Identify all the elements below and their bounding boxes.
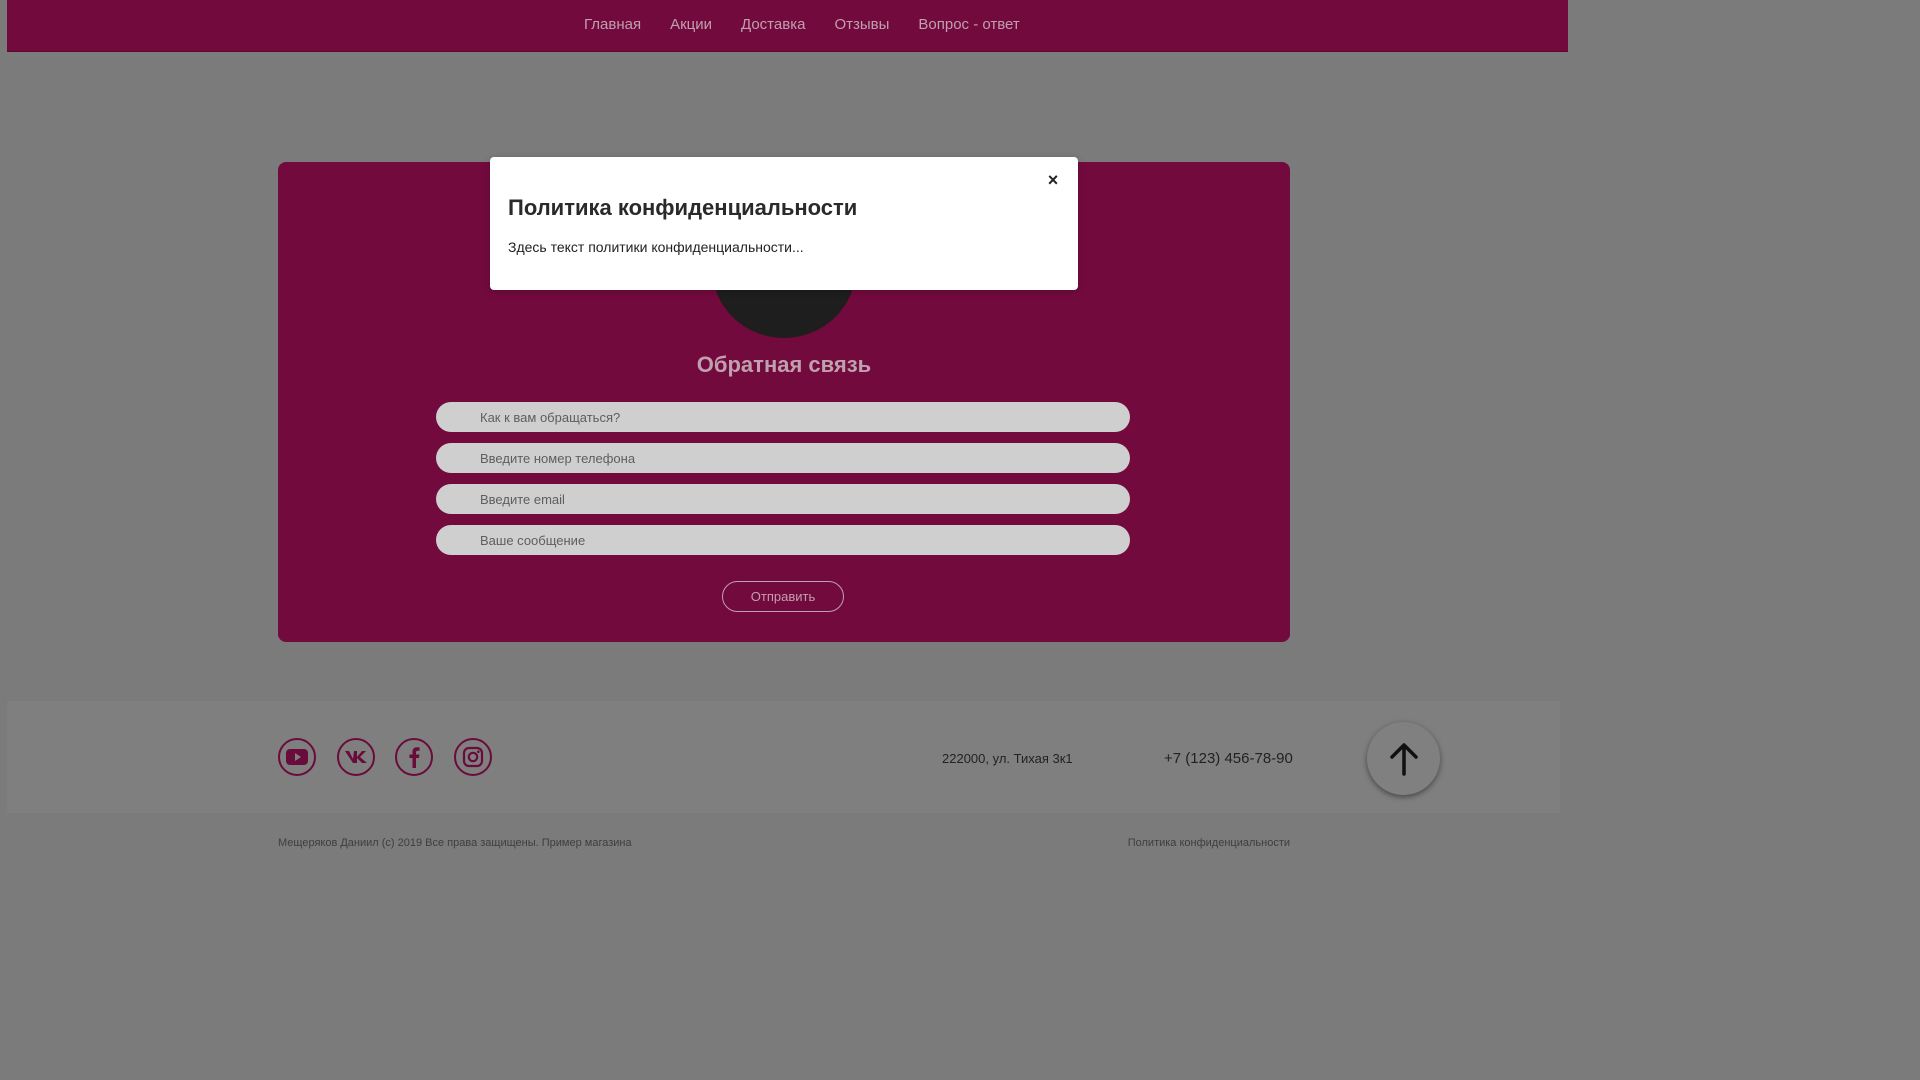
feedback-title: Обратная связь xyxy=(696,352,872,377)
message-input[interactable] xyxy=(436,525,1130,555)
footer-address: 222000, ул. Тихая 3к1 xyxy=(942,751,1073,766)
footer-phone[interactable]: +7 (123) 456-78-90 xyxy=(1164,750,1293,767)
scroll-to-top-button[interactable] xyxy=(1367,722,1440,795)
nav-item-home[interactable]: Главная xyxy=(584,16,641,34)
nav-menu: Главная Акции Доставка Отзывы Вопрос - о… xyxy=(584,16,1020,34)
vk-icon xyxy=(345,751,367,763)
nav-item-reviews[interactable]: Отзывы xyxy=(834,16,889,34)
name-input[interactable] xyxy=(436,402,1130,432)
vk-link[interactable] xyxy=(337,738,375,776)
arrow-up-icon xyxy=(1389,742,1418,776)
page: Главная Акции Доставка Отзывы Вопрос - о… xyxy=(0,0,1568,882)
close-icon[interactable]: × xyxy=(1044,171,1062,189)
top-navigation: Главная Акции Доставка Отзывы Вопрос - о… xyxy=(7,0,1568,52)
nav-item-delivery[interactable]: Доставка xyxy=(741,16,805,34)
youtube-icon xyxy=(286,749,308,765)
youtube-link[interactable] xyxy=(278,738,316,776)
instagram-icon xyxy=(462,746,484,768)
submit-button[interactable]: Отправить xyxy=(722,581,844,612)
footer: 222000, ул. Тихая 3к1 +7 (123) 456-78-90 xyxy=(7,701,1560,813)
privacy-policy-modal: × Политика конфиденциальности Здесь текс… xyxy=(490,157,1078,290)
modal-text: Здесь текст политики конфиденциальности.… xyxy=(508,239,804,255)
instagram-link[interactable] xyxy=(454,738,492,776)
privacy-policy-link[interactable]: Политика конфиденциальности xyxy=(1128,837,1290,849)
email-input[interactable] xyxy=(436,484,1130,514)
copyright-text: Мещеряков Даниил (c) 2019 Все права защи… xyxy=(278,837,632,849)
nav-item-faq[interactable]: Вопрос - ответ xyxy=(918,16,1019,34)
facebook-link[interactable] xyxy=(395,738,433,776)
bottom-bar: Мещеряков Даниил (c) 2019 Все права защи… xyxy=(278,837,1290,855)
phone-input[interactable] xyxy=(436,443,1130,473)
modal-title: Политика конфиденциальности xyxy=(508,195,858,220)
nav-item-promotions[interactable]: Акции xyxy=(670,16,712,34)
facebook-icon xyxy=(409,747,420,768)
